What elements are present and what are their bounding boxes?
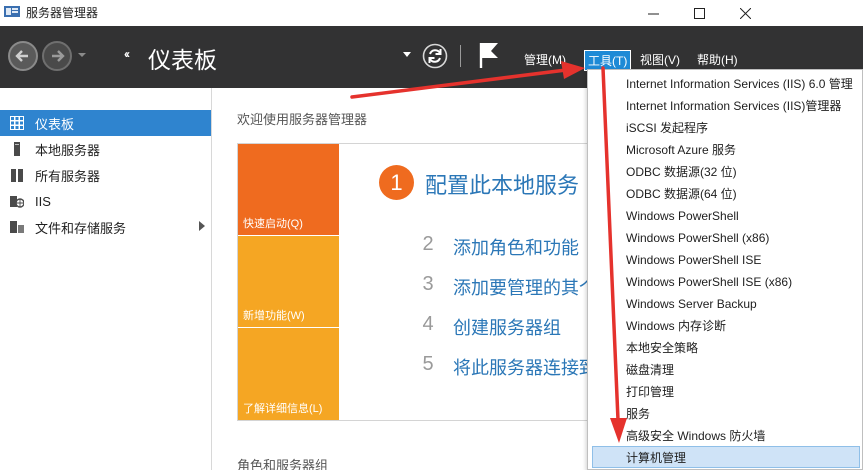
tile-label: 快速启动(Q) bbox=[243, 218, 303, 230]
sidebar-item-label: 文件和存储服务 bbox=[35, 220, 127, 236]
sidebar-item-label: 所有服务器 bbox=[35, 168, 101, 184]
menu-item-powershell-ise-x86[interactable]: Windows PowerShell ISE (x86) bbox=[588, 271, 862, 293]
menu-help[interactable]: 帮助(H) bbox=[694, 50, 741, 69]
tile-label: 了解详细信息(L) bbox=[243, 403, 323, 415]
sidebar: 仪表板 本地服务器 所有服务器 IIS 文件和存储服务 bbox=[0, 88, 212, 470]
notifications-flag-icon[interactable] bbox=[478, 41, 500, 69]
sidebar-item-label: IIS bbox=[35, 193, 51, 209]
header-separator bbox=[460, 45, 461, 67]
chevron-down-icon[interactable] bbox=[403, 52, 411, 58]
tile-label: 新增功能(W) bbox=[243, 310, 305, 322]
back-button[interactable] bbox=[8, 41, 38, 71]
step-5-number: 5 bbox=[422, 353, 434, 375]
menu-item-disk-cleanup[interactable]: 磁盘清理 bbox=[588, 359, 862, 381]
menu-item-powershell-x86[interactable]: Windows PowerShell (x86) bbox=[588, 227, 862, 249]
expand-arrow-icon[interactable] bbox=[199, 221, 205, 231]
sidebar-item-all-servers[interactable]: 所有服务器 bbox=[0, 162, 211, 188]
menu-item-local-security-policy[interactable]: 本地安全策略 bbox=[588, 337, 862, 359]
page-title: 仪表板 bbox=[148, 47, 217, 73]
dashboard-icon bbox=[10, 116, 24, 130]
iis-icon bbox=[10, 196, 24, 208]
server-manager-icon bbox=[4, 6, 20, 17]
close-icon bbox=[739, 7, 751, 19]
title-bar: 服务器管理器 bbox=[0, 0, 863, 26]
step-1-link[interactable]: 配置此本地服务 bbox=[425, 168, 579, 200]
menu-tools[interactable]: 工具(T) bbox=[584, 50, 632, 71]
step-2-link[interactable]: 添加角色和功能 bbox=[453, 234, 579, 260]
history-dropdown-icon[interactable] bbox=[77, 48, 87, 62]
refresh-icon[interactable] bbox=[422, 43, 448, 69]
menu-item-azure-services[interactable]: Microsoft Azure 服务 bbox=[588, 139, 862, 161]
maximize-icon bbox=[693, 7, 705, 19]
sidebar-item-local-server[interactable]: 本地服务器 bbox=[0, 136, 211, 162]
step-4-link[interactable]: 创建服务器组 bbox=[453, 314, 561, 340]
minimize-button[interactable] bbox=[630, 0, 676, 26]
menu-item-iscsi-initiator[interactable]: iSCSI 发起程序 bbox=[588, 117, 862, 139]
menu-manage[interactable]: 管理(M) bbox=[521, 50, 569, 69]
step-3-number: 3 bbox=[422, 273, 434, 295]
menu-item-odbc-32[interactable]: ODBC 数据源(32 位) bbox=[588, 161, 862, 183]
menu-view[interactable]: 视图(V) bbox=[637, 50, 683, 69]
tile-quick-start[interactable]: 快速启动(Q) bbox=[238, 144, 339, 235]
server-icon bbox=[14, 142, 20, 156]
step-4-number: 4 bbox=[422, 313, 434, 335]
menu-item-print-management[interactable]: 打印管理 bbox=[588, 381, 862, 403]
sidebar-item-label: 本地服务器 bbox=[35, 142, 101, 158]
menu-item-computer-management[interactable]: 计算机管理 bbox=[592, 446, 860, 468]
sidebar-item-label: 仪表板 bbox=[35, 116, 75, 132]
sidebar-item-iis[interactable]: IIS bbox=[0, 188, 211, 214]
arrow-right-icon bbox=[52, 50, 65, 62]
menu-item-iis6-manager[interactable]: Internet Information Services (IIS) 6.0 … bbox=[588, 73, 862, 95]
step-5-link[interactable]: 将此服务器连接致 bbox=[453, 354, 597, 380]
menu-item-advanced-firewall[interactable]: 高级安全 Windows 防火墙 bbox=[588, 425, 862, 447]
arrow-left-icon bbox=[15, 50, 28, 62]
tile-whats-new[interactable]: 新增功能(W) bbox=[238, 236, 339, 327]
close-button[interactable] bbox=[722, 0, 768, 26]
tools-dropdown-menu: Internet Information Services (IIS) 6.0 … bbox=[587, 69, 863, 470]
sidebar-item-dashboard[interactable]: 仪表板 bbox=[0, 110, 211, 136]
menu-item-powershell-ise[interactable]: Windows PowerShell ISE bbox=[588, 249, 862, 271]
step-1-number: 1 bbox=[379, 165, 414, 200]
sidebar-item-file-storage[interactable]: 文件和存储服务 bbox=[0, 214, 211, 240]
window-title: 服务器管理器 bbox=[26, 6, 99, 20]
menu-item-odbc-64[interactable]: ODBC 数据源(64 位) bbox=[588, 183, 862, 205]
menu-item-memory-diagnostic[interactable]: Windows 内存诊断 bbox=[588, 315, 862, 337]
breadcrumb-chevron[interactable]: ‹‹ bbox=[124, 47, 130, 61]
menu-item-services[interactable]: 服务 bbox=[588, 403, 862, 425]
menu-item-powershell[interactable]: Windows PowerShell bbox=[588, 205, 862, 227]
menu-item-iis-manager[interactable]: Internet Information Services (IIS)管理器 bbox=[588, 95, 862, 117]
maximize-button[interactable] bbox=[676, 0, 722, 26]
roles-section-heading: 角色和服务器组 bbox=[237, 458, 329, 470]
minimize-icon bbox=[647, 13, 659, 14]
step-2-number: 2 bbox=[422, 233, 434, 255]
tile-learn-more[interactable]: 了解详细信息(L) bbox=[238, 328, 339, 420]
step-3-link[interactable]: 添加要管理的其个 bbox=[453, 274, 597, 300]
forward-button[interactable] bbox=[42, 41, 72, 71]
welcome-heading: 欢迎使用服务器管理器 bbox=[237, 112, 368, 127]
storage-icon bbox=[10, 221, 24, 233]
servers-icon bbox=[11, 169, 23, 182]
menu-item-server-backup[interactable]: Windows Server Backup bbox=[588, 293, 862, 315]
